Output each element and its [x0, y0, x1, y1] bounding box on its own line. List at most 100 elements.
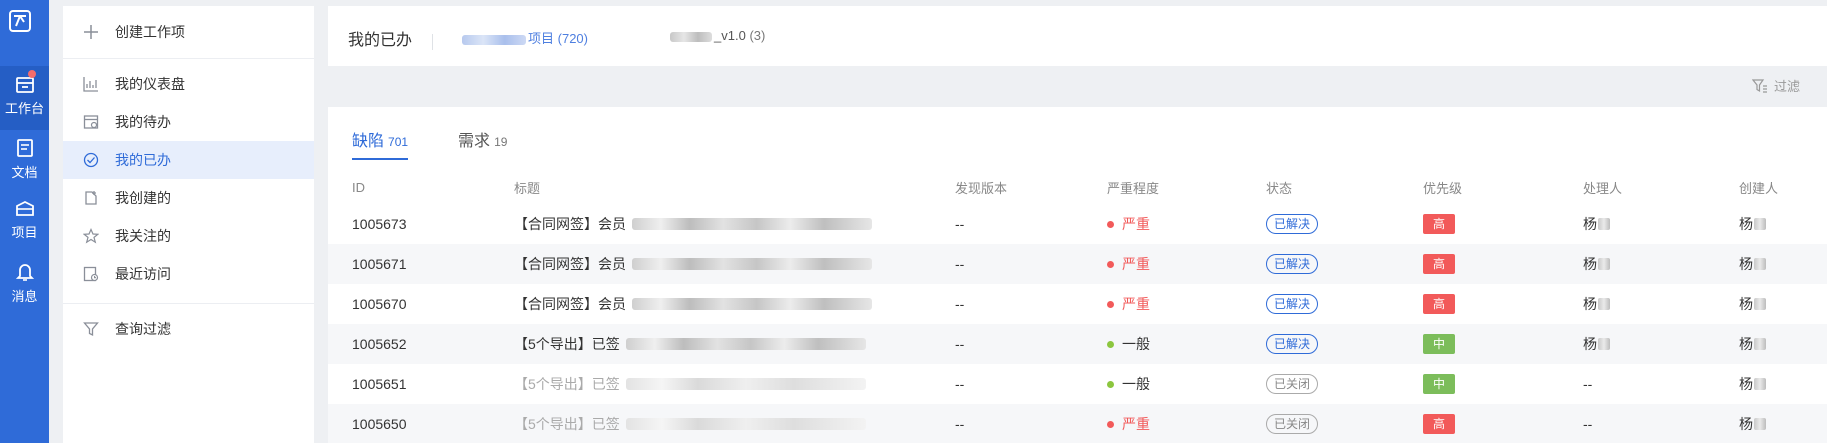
table-row[interactable]: 1005671 【合同网签】会员 -- 严重 已解决 高 杨 杨 — [328, 244, 1827, 284]
create-work-item-button[interactable]: 创建工作项 — [63, 6, 314, 59]
cell-severity: 严重 — [1107, 204, 1150, 244]
table-row[interactable]: 1005670 【合同网签】会员 -- 严重 已解决 高 杨 杨 — [328, 284, 1827, 324]
cell-version: -- — [955, 296, 965, 312]
cell-title[interactable]: 【合同网签】会员 — [514, 204, 872, 244]
todo-icon — [83, 114, 99, 130]
cell-creator: 杨 — [1739, 324, 1766, 364]
creator-name: 杨 — [1739, 414, 1766, 434]
person-name: 杨 — [1739, 256, 1753, 272]
severity-dot — [1107, 420, 1114, 428]
redacted-name — [1598, 258, 1610, 270]
handler-name: 杨 — [1583, 294, 1610, 314]
creator-name: 杨 — [1739, 214, 1766, 234]
handler-name: 杨 — [1583, 214, 1610, 234]
project-tab[interactable]: _v1.0 (3) — [670, 28, 765, 43]
severity-dot — [1107, 260, 1114, 268]
person-name: 杨 — [1583, 336, 1597, 352]
redacted-title — [632, 258, 872, 270]
column-header-severity[interactable]: 严重程度 — [1107, 170, 1159, 204]
redacted-name — [1598, 298, 1610, 310]
sidebar-item-query-filter[interactable]: 查询过滤 — [63, 310, 314, 348]
rail-item-messages[interactable]: 消息 — [0, 252, 49, 316]
table-row[interactable]: 1005650 【5个导出】已签 -- 严重 已关闭 高 -- 杨 — [328, 404, 1827, 443]
rail-item-workbench[interactable]: 工作台 — [0, 66, 49, 130]
column-header-id[interactable]: ID — [352, 170, 365, 204]
cell-title[interactable]: 【5个导出】已签 — [514, 404, 866, 443]
cell-title[interactable]: 【5个导出】已签 — [514, 324, 866, 364]
tab-requirements[interactable]: 需求 19 — [458, 123, 507, 163]
cell-version: -- — [955, 216, 965, 232]
cell-version: -- — [955, 376, 965, 392]
bell-icon — [15, 264, 34, 281]
handler-name: 杨 — [1583, 334, 1610, 354]
cell-status: 已关闭 — [1266, 404, 1319, 443]
sidebar-item-following[interactable]: 我关注的 — [63, 217, 314, 255]
column-header-title[interactable]: 标题 — [514, 170, 540, 204]
sidebar-item-label: 最近访问 — [115, 266, 171, 282]
page-title: 我的已办 — [348, 32, 413, 49]
table-row[interactable]: 1005652 【5个导出】已签 -- 一般 已解决 中 杨 杨 — [328, 324, 1827, 364]
creator-name: 杨 — [1739, 254, 1766, 274]
project-name-suffix: _v1.0 — [714, 28, 746, 43]
created-icon — [83, 190, 99, 206]
column-header-version[interactable]: 发现版本 — [955, 170, 1007, 204]
workbench-icon — [15, 77, 34, 93]
sidebar-item-recent[interactable]: 最近访问 — [63, 255, 314, 293]
cell-id: 1005673 — [352, 216, 407, 232]
severity-text: 严重 — [1122, 296, 1150, 312]
column-header-priority[interactable]: 优先级 — [1423, 170, 1462, 204]
filter-label: 过滤 — [1774, 79, 1801, 94]
creator-name: 杨 — [1739, 294, 1766, 314]
cell-creator: 杨 — [1739, 204, 1766, 244]
cell-title[interactable]: 【5个导出】已签 — [514, 364, 866, 404]
redacted-name — [1754, 258, 1766, 270]
severity-text: 严重 — [1122, 416, 1150, 432]
tab-defects[interactable]: 缺陷 701 — [352, 123, 409, 163]
priority-badge: 高 — [1423, 414, 1455, 434]
cell-title[interactable]: 【合同网签】会员 — [514, 244, 872, 284]
sidebar-item-dashboard[interactable]: 我的仪表盘 — [63, 65, 314, 103]
cell-priority: 高 — [1423, 284, 1455, 324]
sidebar-item-todo[interactable]: 我的待办 — [63, 103, 314, 141]
cell-id: 1005670 — [352, 296, 407, 312]
priority-badge: 高 — [1423, 294, 1455, 314]
redacted-name — [1754, 378, 1766, 390]
table-row[interactable]: 1005673 【合同网签】会员 -- 严重 已解决 高 杨 杨 — [328, 204, 1827, 244]
rail-item-label: 消息 — [11, 289, 38, 304]
app-logo-icon[interactable] — [9, 10, 31, 32]
tab-count: 19 — [494, 135, 508, 149]
column-header-handler[interactable]: 处理人 — [1583, 170, 1622, 204]
cell-priority: 中 — [1423, 364, 1455, 404]
severity-dot — [1107, 380, 1114, 388]
star-icon — [83, 228, 99, 244]
document-icon — [16, 139, 33, 157]
title-text: 【合同网签】会员 — [514, 296, 626, 312]
sidebar-item-created[interactable]: 我创建的 — [63, 179, 314, 217]
project-name-suffix: 项目 — [528, 31, 555, 46]
sidebar-item-label: 我关注的 — [115, 228, 171, 244]
table-body: 1005673 【合同网签】会员 -- 严重 已解决高杨杨 1005671 【合同网签】会员… — [328, 204, 1827, 443]
severity-text: 严重 — [1122, 256, 1150, 272]
project-tab[interactable]: 项目 (720) — [462, 28, 588, 47]
cell-title[interactable]: 【合同网签】会员 — [514, 284, 872, 324]
redacted-title — [632, 218, 872, 230]
person-name: 杨 — [1739, 416, 1753, 432]
redacted-title — [632, 298, 872, 310]
tab-count: 701 — [388, 135, 409, 149]
redacted-project-name — [670, 31, 712, 42]
column-header-creator[interactable]: 创建人 — [1739, 170, 1778, 204]
rail-item-project[interactable]: 项目 — [0, 190, 49, 254]
redacted-name — [1754, 418, 1766, 430]
filter-button[interactable]: 过滤 — [1752, 76, 1800, 95]
sidebar-item-done[interactable]: 我的已办 — [63, 141, 314, 179]
table-row[interactable]: 1005651 【5个导出】已签 -- 一般 已关闭 中 -- 杨 — [328, 364, 1827, 404]
rail-item-docs[interactable]: 文档 — [0, 128, 49, 192]
sidebar-item-label: 我创建的 — [115, 190, 171, 206]
column-header-status[interactable]: 状态 — [1266, 170, 1292, 204]
sidebar-item-label: 查询过滤 — [115, 321, 171, 337]
create-work-item-label: 创建工作项 — [115, 24, 185, 40]
redacted-project-name — [462, 34, 526, 45]
cell-priority: 高 — [1423, 404, 1455, 443]
handler-name: -- — [1583, 376, 1593, 392]
severity-dot — [1107, 300, 1114, 308]
